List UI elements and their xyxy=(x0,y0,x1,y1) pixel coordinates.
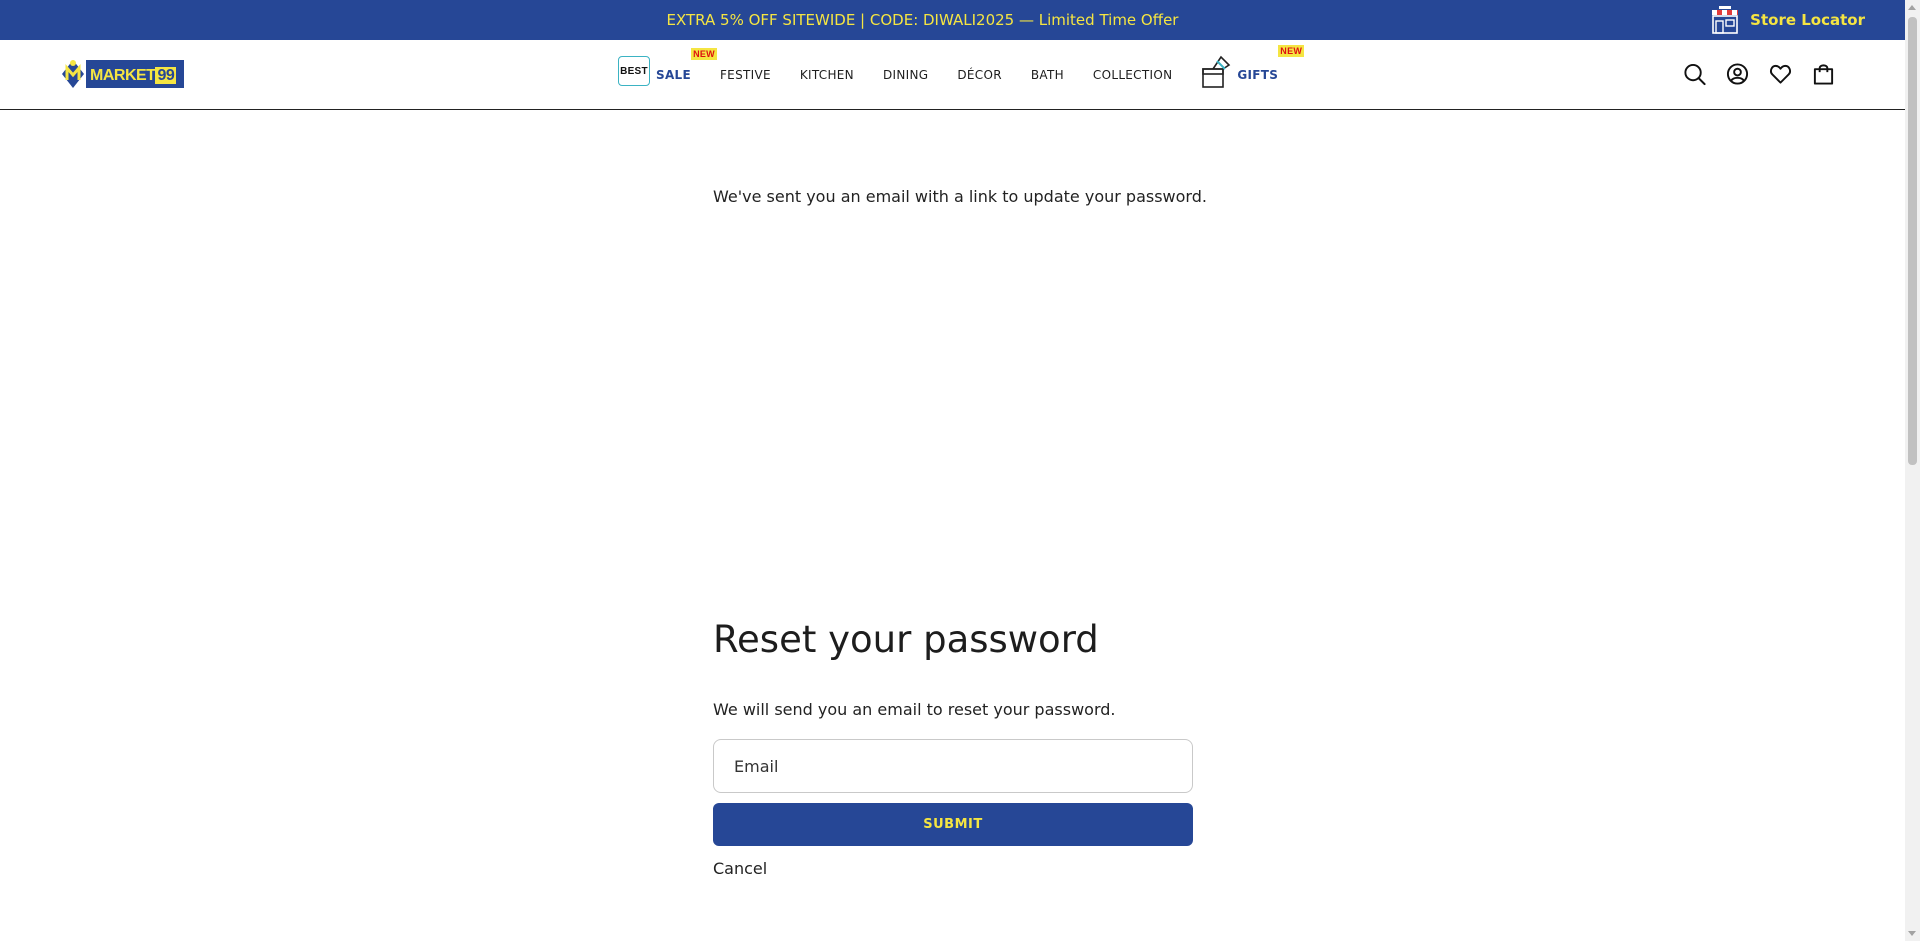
nav-item-festive[interactable]: FESTIVE xyxy=(720,68,771,82)
logo-wordmark: MARKET 99 xyxy=(86,60,185,88)
reset-subtitle: We will send you an email to reset your … xyxy=(713,700,1116,719)
scroll-thumb[interactable] xyxy=(1908,17,1917,465)
nav-item-sale[interactable]: BEST SALE NEW xyxy=(618,48,717,86)
scroll-up-arrow-icon[interactable] xyxy=(1908,5,1916,10)
store-locator-link[interactable]: Store Locator xyxy=(1710,0,1865,40)
logo-text-main: MARKET xyxy=(90,67,156,84)
account-icon[interactable] xyxy=(1726,62,1749,86)
page-title: Reset your password xyxy=(713,618,1099,661)
cart-icon[interactable] xyxy=(1812,62,1835,86)
scroll-down-arrow-icon[interactable] xyxy=(1908,931,1916,936)
submit-button[interactable]: SUBMIT xyxy=(713,803,1193,846)
nav-item-gifts[interactable]: GIFTS NEW xyxy=(1201,45,1305,89)
logo-mark-icon xyxy=(62,60,84,88)
nav-item-collection[interactable]: COLLECTION xyxy=(1093,68,1172,82)
header-icons xyxy=(1683,62,1835,86)
nav-item-bath[interactable]: BATH xyxy=(1031,68,1064,82)
site-header: MARKET 99 BEST SALE NEW FESTIVE KITCHEN D… xyxy=(0,40,1905,110)
gift-box-icon xyxy=(1202,55,1231,88)
nav-gifts-label: GIFTS xyxy=(1237,68,1279,82)
nav-sale-label: SALE xyxy=(656,68,691,82)
gifts-new-badge: NEW xyxy=(1278,45,1305,57)
page-scrollbar[interactable] xyxy=(1905,0,1920,941)
cancel-link[interactable]: Cancel xyxy=(713,859,767,878)
email-field[interactable] xyxy=(713,739,1193,793)
search-icon[interactable] xyxy=(1683,62,1706,86)
store-icon xyxy=(1712,6,1739,34)
store-locator-label: Store Locator xyxy=(1750,11,1865,29)
announcement-bar: EXTRA 5% OFF SITEWIDE | CODE: DIWALI2025… xyxy=(0,0,1905,40)
logo-text-num: 99 xyxy=(155,67,177,84)
wishlist-icon[interactable] xyxy=(1769,62,1792,86)
market99-logo[interactable]: MARKET 99 xyxy=(58,58,185,90)
email-sent-message: We've sent you an email with a link to u… xyxy=(713,187,1207,206)
nav-item-kitchen[interactable]: KITCHEN xyxy=(800,68,854,82)
best-badge: BEST xyxy=(618,56,650,86)
promo-text[interactable]: EXTRA 5% OFF SITEWIDE | CODE: DIWALI2025… xyxy=(667,11,1179,29)
main-nav: BEST SALE NEW FESTIVE KITCHEN DINING DÉC… xyxy=(618,40,1307,110)
sale-new-badge: NEW xyxy=(691,48,717,60)
nav-item-decor[interactable]: DÉCOR xyxy=(957,68,1001,82)
nav-item-dining[interactable]: DINING xyxy=(883,68,928,82)
